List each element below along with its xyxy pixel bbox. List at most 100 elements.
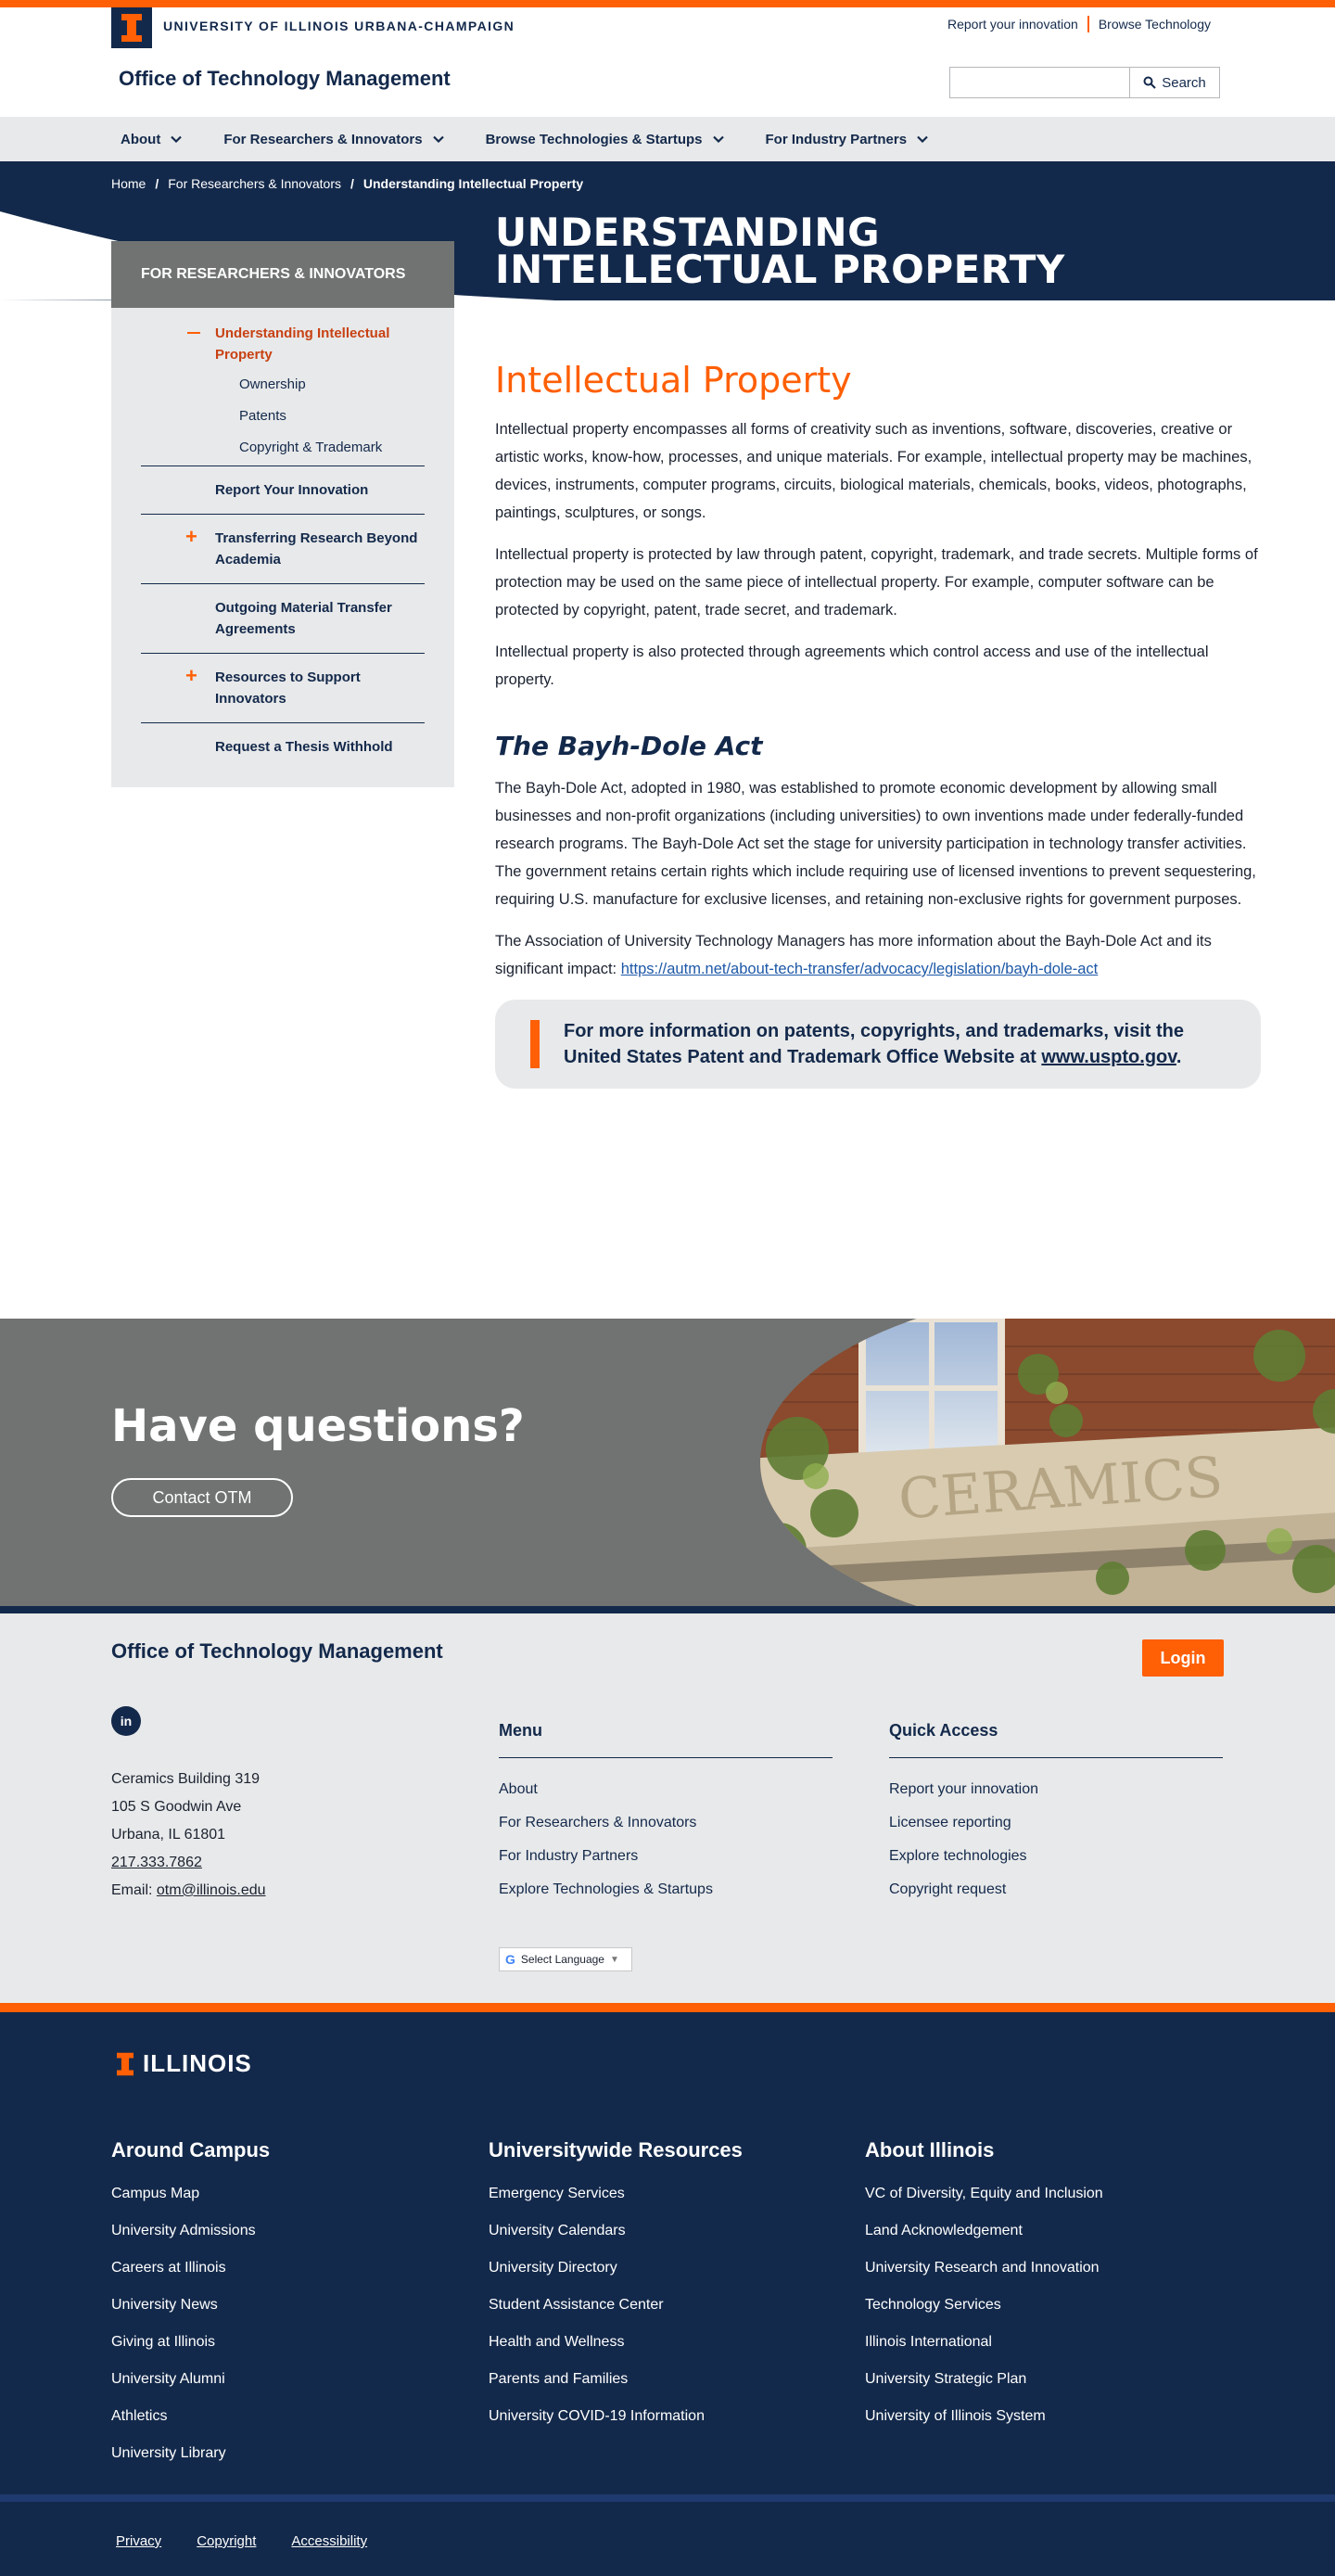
chevron-down-icon bbox=[917, 135, 928, 144]
block-i-icon bbox=[121, 14, 142, 42]
expand-plus-icon[interactable]: + bbox=[185, 526, 197, 547]
nav-item-label: For Industry Partners bbox=[765, 131, 908, 147]
sidebar-item-label: Request a Thesis Withhold bbox=[215, 739, 393, 755]
footer-link[interactable]: University Admissions bbox=[111, 2213, 464, 2250]
around-campus-column: Around Campus Campus Map University Admi… bbox=[111, 2138, 464, 2472]
footer-link[interactable]: Student Assistance Center bbox=[489, 2287, 841, 2324]
breadcrumb-separator: / bbox=[155, 176, 159, 191]
nav-item-browse[interactable]: Browse Technologies & Startups bbox=[477, 132, 734, 147]
contact-otm-button[interactable]: Contact OTM bbox=[111, 1478, 293, 1517]
university-name[interactable]: UNIVERSITY OF ILLINOIS URBANA-CHAMPAIGN bbox=[163, 19, 515, 33]
footer-menu-link[interactable]: For Researchers & Innovators bbox=[499, 1806, 833, 1840]
block-i-logo[interactable] bbox=[111, 7, 152, 48]
footer-unit-title[interactable]: Office of Technology Management bbox=[111, 1639, 443, 1664]
sidebar-item-thesis-withhold[interactable]: Request a Thesis Withhold bbox=[141, 723, 425, 771]
footer-link[interactable]: Emergency Services bbox=[489, 2175, 841, 2213]
navy-divider bbox=[0, 1606, 1335, 1613]
uspto-link[interactable]: www.uspto.gov bbox=[1041, 1047, 1176, 1067]
footer-link[interactable]: Giving at Illinois bbox=[111, 2324, 464, 2361]
footer-link[interactable]: Careers at Illinois bbox=[111, 2250, 464, 2287]
footer-menu-link[interactable]: Explore Technologies & Startups bbox=[499, 1873, 833, 1906]
sidebar-heading: FOR RESEARCHERS & INNOVATORS bbox=[111, 241, 454, 308]
login-button[interactable]: Login bbox=[1142, 1639, 1224, 1677]
sidebar-item-understanding-ip[interactable]: Understanding Intellectual Property bbox=[141, 308, 425, 369]
sidebar-subitem-patents[interactable]: Patents bbox=[141, 401, 425, 432]
illinois-logo[interactable]: ILLINOIS bbox=[117, 2049, 252, 2078]
footer-link[interactable]: Technology Services bbox=[865, 2287, 1217, 2324]
article-content: Intellectual Property Intellectual prope… bbox=[495, 360, 1261, 1089]
search-input[interactable] bbox=[949, 67, 1129, 98]
privacy-link[interactable]: Privacy bbox=[116, 2533, 161, 2549]
sidebar-item-material-transfer[interactable]: Outgoing Material Transfer Agreements bbox=[141, 584, 425, 654]
nav-item-industry[interactable]: For Industry Partners bbox=[756, 132, 939, 147]
footer-link[interactable]: VC of Diversity, Equity and Inclusion bbox=[865, 2175, 1217, 2213]
paragraph: Intellectual property is protected by la… bbox=[495, 546, 1258, 618]
sidebar-item-transferring-research[interactable]: + Transferring Research Beyond Academia bbox=[141, 515, 425, 584]
sidebar-subitem-copyright[interactable]: Copyright & Trademark bbox=[141, 432, 425, 464]
footer-link[interactable]: University Directory bbox=[489, 2250, 841, 2287]
footer-quick-link[interactable]: Report your innovation bbox=[889, 1773, 1223, 1806]
footer-quick-access: Quick Access Report your innovation Lice… bbox=[889, 1721, 1223, 1906]
breadcrumb-separator: / bbox=[350, 176, 354, 191]
footer-link[interactable]: University Library bbox=[111, 2435, 464, 2472]
footer-link[interactable]: University of Illinois System bbox=[865, 2398, 1217, 2435]
unit-title[interactable]: Office of Technology Management bbox=[119, 67, 451, 91]
breadcrumb: Home / For Researchers & Innovators / Un… bbox=[111, 176, 583, 191]
column-heading: About Illinois bbox=[865, 2138, 995, 2162]
footer-link[interactable]: University Research and Innovation bbox=[865, 2250, 1217, 2287]
phone-link[interactable]: 217.333.7862 bbox=[111, 1855, 202, 1870]
breadcrumb-parent[interactable]: For Researchers & Innovators bbox=[168, 176, 341, 191]
footer-link[interactable]: Land Acknowledgement bbox=[865, 2213, 1217, 2250]
footer-link[interactable]: University COVID-19 Information bbox=[489, 2398, 841, 2435]
language-select[interactable]: G Select Language ▼ bbox=[499, 1947, 632, 1971]
email-label: Email: bbox=[111, 1882, 157, 1898]
paragraph: Intellectual property is also protected … bbox=[495, 644, 1209, 688]
nav-item-label: For Researchers & Innovators bbox=[223, 131, 423, 147]
sidebar-item-label: Understanding Intellectual Property bbox=[215, 325, 390, 363]
footer-link[interactable]: University Strategic Plan bbox=[865, 2361, 1217, 2398]
search-button[interactable]: Search bbox=[1129, 67, 1220, 98]
sidebar-item-resources[interactable]: + Resources to Support Innovators bbox=[141, 654, 425, 723]
util-link-report[interactable]: Report your innovation bbox=[938, 16, 1087, 32]
footer-quick-heading: Quick Access bbox=[889, 1721, 1223, 1758]
address-line: 105 S Goodwin Ave bbox=[111, 1799, 242, 1815]
main-nav: About For Researchers & Innovators Brows… bbox=[0, 117, 1335, 161]
paragraph: The Bayh-Dole Act, adopted in 1980, was … bbox=[495, 780, 1256, 908]
questions-title: Have questions? bbox=[111, 1400, 525, 1452]
footer-link[interactable]: University News bbox=[111, 2287, 464, 2324]
footer-quick-link[interactable]: Licensee reporting bbox=[889, 1806, 1223, 1840]
footer-link[interactable]: Campus Map bbox=[111, 2175, 464, 2213]
footer-menu-link[interactable]: For Industry Partners bbox=[499, 1840, 833, 1873]
copyright-link[interactable]: Copyright bbox=[197, 2533, 256, 2549]
email-link[interactable]: otm@illinois.edu bbox=[157, 1882, 266, 1898]
footer-link[interactable]: Athletics bbox=[111, 2398, 464, 2435]
collapse-minus-icon[interactable] bbox=[187, 332, 200, 334]
site-header: UNIVERSITY OF ILLINOIS URBANA-CHAMPAIGN … bbox=[0, 7, 1335, 117]
top-orange-stripe bbox=[0, 0, 1335, 7]
footer-link[interactable]: Health and Wellness bbox=[489, 2324, 841, 2361]
callout-text: For more information on patents, copyrig… bbox=[564, 1018, 1224, 1070]
chevron-down-icon bbox=[712, 135, 724, 144]
sidebar-item-label: Transferring Research Beyond Academia bbox=[215, 530, 418, 567]
accessibility-link[interactable]: Accessibility bbox=[291, 2533, 367, 2549]
footer-link[interactable]: Parents and Families bbox=[489, 2361, 841, 2398]
autm-link[interactable]: https://autm.net/about-tech-transfer/adv… bbox=[621, 961, 1099, 977]
expand-plus-icon[interactable]: + bbox=[185, 665, 197, 686]
footer-link[interactable]: University Alumni bbox=[111, 2361, 464, 2398]
breadcrumb-home[interactable]: Home bbox=[111, 176, 146, 191]
nav-item-researchers[interactable]: For Researchers & Innovators bbox=[214, 132, 453, 147]
nav-item-about[interactable]: About bbox=[111, 132, 192, 147]
footer-menu-link[interactable]: About bbox=[499, 1773, 833, 1806]
search-form: Search bbox=[949, 67, 1220, 98]
footer-quick-link[interactable]: Explore technologies bbox=[889, 1840, 1223, 1873]
footer-link[interactable]: University Calendars bbox=[489, 2213, 841, 2250]
util-link-browse[interactable]: Browse Technology bbox=[1087, 16, 1220, 32]
footer-address: Ceramics Building 319 105 S Goodwin Ave … bbox=[111, 1766, 266, 1905]
footer-quick-link[interactable]: Copyright request bbox=[889, 1873, 1223, 1906]
sidebar-item-report-innovation[interactable]: Report Your Innovation bbox=[141, 466, 425, 515]
linkedin-icon[interactable]: in bbox=[111, 1706, 141, 1736]
main-content-area: FOR RESEARCHERS & INNOVATORS Understandi… bbox=[0, 241, 1335, 1319]
footer-link[interactable]: Illinois International bbox=[865, 2324, 1217, 2361]
nav-item-label: About bbox=[121, 131, 161, 147]
sidebar-subitem-ownership[interactable]: Ownership bbox=[141, 369, 425, 401]
